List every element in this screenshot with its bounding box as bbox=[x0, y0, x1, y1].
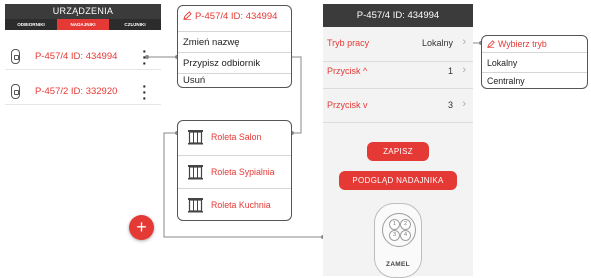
remote-device-icon bbox=[11, 49, 20, 64]
chevron-right-icon: › bbox=[462, 98, 466, 110]
preview-transmitter-button[interactable]: PODGLĄD NADAJNIKA bbox=[339, 171, 457, 190]
devices-tabs: ODBIORNIKI NADAJNIKI CZUJNIKI bbox=[5, 19, 161, 30]
list-item-receiver-2[interactable]: Roleta Sypialnia bbox=[178, 155, 291, 189]
receivers-list: Roleta Salon Roleta Sypialnia Roleta Kuc… bbox=[177, 120, 292, 221]
remote-buttons-ring: 1 2 3 4 bbox=[382, 213, 416, 247]
row-button-up[interactable]: Przycisk ^ 1 › bbox=[323, 55, 473, 89]
tab-sensors[interactable]: CZUJNIKI bbox=[109, 19, 161, 30]
chevron-right-icon: › bbox=[462, 64, 466, 76]
remote-button-4: 4 bbox=[400, 230, 411, 241]
mode-option-local[interactable]: Lokalny bbox=[482, 52, 587, 72]
device-label: P-457/4 ID: 434994 bbox=[35, 51, 118, 62]
save-button[interactable]: ZAPISZ bbox=[367, 142, 429, 161]
device-label: P-457/2 ID: 332920 bbox=[35, 86, 118, 97]
list-item-device-2[interactable]: P-457/2 ID: 332920 · · · bbox=[5, 79, 161, 105]
list-item-receiver-1[interactable]: Roleta Salon bbox=[178, 121, 291, 154]
row-button-down[interactable]: Przycisk v 3 › bbox=[323, 89, 473, 123]
receiver-label: Roleta Salon bbox=[211, 132, 262, 142]
tab-receivers[interactable]: ODBIORNIKI bbox=[5, 19, 57, 30]
row-value: 1 bbox=[447, 66, 453, 76]
row-label: Przycisk ^ bbox=[327, 66, 368, 76]
pencil-icon bbox=[487, 40, 495, 48]
more-options-icon[interactable]: · · · bbox=[142, 79, 147, 105]
connector-menu-to-receivers bbox=[292, 56, 302, 134]
transmitter-detail-screen: P-457/4 ID: 434994 Tryb pracy Lokalny › … bbox=[323, 4, 473, 278]
list-item-device-1[interactable]: P-457/4 ID: 434994 · · · bbox=[5, 44, 161, 70]
remote-button-2: 2 bbox=[400, 219, 411, 230]
blind-icon bbox=[188, 130, 203, 145]
remote-device-icon bbox=[11, 84, 20, 99]
row-label: Tryb pracy bbox=[327, 38, 370, 48]
add-device-button[interactable]: + bbox=[129, 215, 154, 240]
menu-item-rename[interactable]: Zmień nazwę bbox=[178, 31, 291, 52]
blind-icon bbox=[188, 198, 203, 213]
row-label: Przycisk v bbox=[327, 100, 368, 110]
remote-preview: 1 2 3 4 ZAMEL bbox=[374, 203, 422, 278]
receiver-label: Roleta Sypialnia bbox=[211, 167, 275, 177]
menu-item-assign-receiver[interactable]: Przypisz odbiornik bbox=[178, 52, 291, 73]
mode-option-central[interactable]: Centralny bbox=[482, 72, 587, 88]
context-menu-title: P-457/4 ID: 434994 bbox=[183, 11, 277, 22]
remote-button-3: 3 bbox=[389, 230, 400, 241]
device-context-menu: P-457/4 ID: 434994 Zmień nazwę Przypisz … bbox=[177, 5, 292, 88]
devices-header: URZĄDZENIA bbox=[5, 4, 161, 19]
mode-dropdown-title: Wybierz tryb bbox=[487, 39, 547, 49]
context-menu-title-text: P-457/4 ID: 434994 bbox=[195, 11, 278, 22]
menu-item-delete[interactable]: Usuń bbox=[178, 73, 291, 87]
tab-transmitters[interactable]: NADAJNIKI bbox=[57, 19, 109, 30]
brand-logo: ZAMEL bbox=[386, 261, 410, 268]
detail-title: P-457/4 ID: 434994 bbox=[323, 4, 473, 27]
blind-icon bbox=[188, 165, 203, 180]
row-value: Lokalny bbox=[421, 38, 453, 48]
remote-button-1: 1 bbox=[389, 219, 400, 230]
mode-dropdown-title-text: Wybierz tryb bbox=[498, 39, 547, 49]
more-options-icon[interactable]: · · · bbox=[142, 44, 147, 70]
pencil-icon bbox=[183, 11, 192, 20]
receiver-label: Roleta Kuchnia bbox=[211, 200, 271, 210]
row-value: 3 bbox=[447, 100, 453, 110]
list-item-receiver-3[interactable]: Roleta Kuchnia bbox=[178, 188, 291, 220]
mode-dropdown: Wybierz tryb Lokalny Centralny bbox=[481, 35, 588, 89]
chevron-right-icon: › bbox=[462, 36, 466, 48]
